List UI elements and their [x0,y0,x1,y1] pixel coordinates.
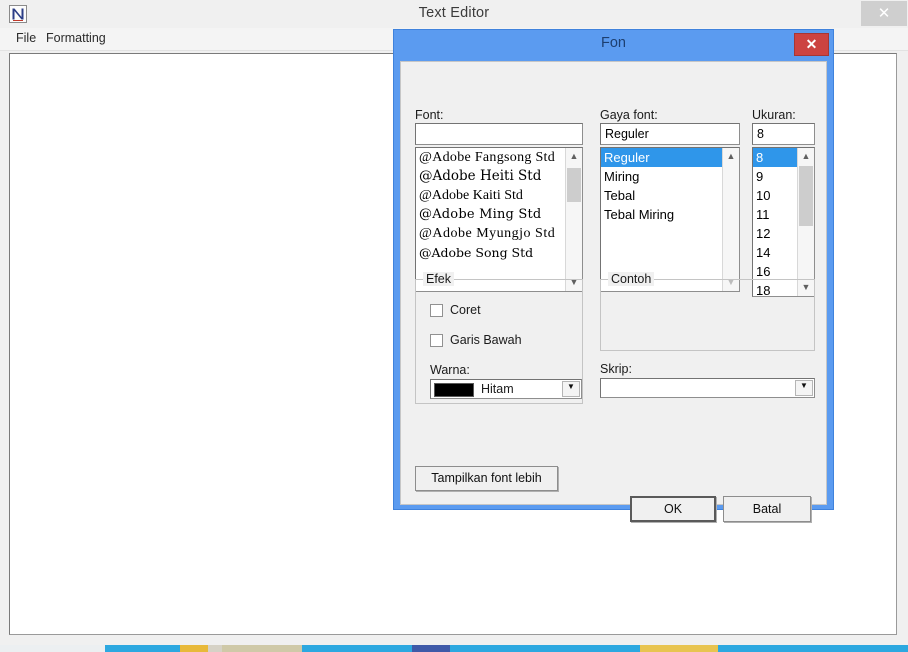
list-item[interactable]: Miring [601,167,722,186]
taskbar-segment [105,645,180,652]
size-input[interactable] [752,123,815,145]
scroll-up-icon[interactable]: ▲ [798,148,814,165]
list-item[interactable]: @Adobe Song Std [416,243,565,262]
list-item[interactable]: Tebal [601,186,722,205]
list-item[interactable]: 14 [753,243,797,262]
strikeout-label: Coret [450,303,481,317]
menu-item-formatting[interactable]: Formatting [42,31,110,45]
size-label: Ukuran: [752,108,796,122]
font-listbox[interactable]: @Adobe Fangsong Std @Adobe Heiti Std @Ad… [415,147,583,292]
list-item[interactable]: 9 [753,167,797,186]
list-item[interactable]: @Adobe Heiti Std [416,167,565,186]
chevron-down-icon[interactable]: ▼ [562,381,580,397]
effects-group: Efek Coret Garis Bawah Warna: Hitam ▼ [415,272,583,404]
size-listbox[interactable]: 8 9 10 11 12 14 16 18 ▲ ▼ [752,147,815,297]
underline-label: Garis Bawah [450,333,522,347]
list-item[interactable]: 10 [753,186,797,205]
color-swatch [434,383,474,397]
color-label: Warna: [430,363,470,377]
style-list-items: Reguler Miring Tebal Tebal Miring [601,148,722,291]
style-listbox[interactable]: Reguler Miring Tebal Tebal Miring ▲ ▼ [600,147,740,292]
size-list-items: 8 9 10 11 12 14 16 18 [753,148,797,296]
strikeout-checkbox[interactable] [430,304,443,317]
list-item[interactable]: 11 [753,205,797,224]
taskbar-segment [180,645,208,652]
taskbar-segment [718,645,908,652]
font-list-items: @Adobe Fangsong Std @Adobe Heiti Std @Ad… [416,148,565,291]
underline-checkbox[interactable] [430,334,443,347]
cancel-button[interactable]: Batal [723,496,811,522]
font-input[interactable] [415,123,583,145]
taskbar-segment [222,645,302,652]
taskbar [0,645,908,652]
dialog-titlebar: Fon ✕ [394,30,833,61]
scrollbar-thumb[interactable] [799,166,813,226]
script-label: Skrip: [600,362,632,376]
dialog-body: Font: @Adobe Fangsong Std @Adobe Heiti S… [400,61,827,522]
close-icon[interactable]: ✕ [861,1,907,26]
font-list-scrollbar[interactable]: ▲ ▼ [565,148,582,291]
list-item[interactable]: @Adobe Ming Std [416,205,565,224]
scroll-up-icon[interactable]: ▲ [723,148,739,165]
list-item[interactable]: @Adobe Fangsong Std [416,148,565,167]
script-combobox[interactable]: ▼ [600,378,815,398]
sample-text [609,298,806,344]
taskbar-segment [640,645,718,652]
screen: Text Editor ✕ File Formatting Fon ✕ Font… [0,0,908,652]
taskbar-segment [412,645,450,652]
sample-group-caption: Contoh [608,272,655,286]
list-item[interactable]: @Adobe Myungjo Std [416,224,565,243]
show-more-fonts-button[interactable]: Tampilkan font lebih [415,466,558,491]
editor-titlebar: Text Editor ✕ [0,0,908,28]
taskbar-segment [302,645,412,652]
style-input[interactable] [600,123,740,145]
taskbar-segment [450,645,640,652]
color-combobox[interactable]: Hitam ▼ [430,379,582,399]
size-list-scrollbar[interactable]: ▲ ▼ [797,148,814,296]
style-list-scrollbar[interactable]: ▲ ▼ [722,148,739,291]
font-dialog: Fon ✕ Font: @Adobe Fangsong Std @Adobe H… [393,29,834,522]
sample-group: Contoh [600,272,815,351]
scrollbar-thumb[interactable] [567,168,581,202]
taskbar-segment [0,645,105,652]
list-item[interactable]: @Adobe Kaiti Std [416,186,565,205]
scroll-up-icon[interactable]: ▲ [566,148,582,165]
taskbar-segment [208,645,222,652]
style-label: Gaya font: [600,108,658,122]
list-item[interactable]: Reguler [601,148,722,167]
chevron-down-icon[interactable]: ▼ [795,380,813,396]
list-item[interactable]: 12 [753,224,797,243]
page-title: Text Editor [418,5,490,21]
font-label: Font: [415,108,444,122]
ok-button[interactable]: OK [630,496,716,522]
color-value: Hitam [481,382,514,396]
list-item[interactable]: 8 [753,148,797,167]
list-item[interactable]: Tebal Miring [601,205,722,224]
effects-group-caption: Efek [423,272,455,286]
menu-item-file[interactable]: File [12,31,40,45]
dialog-title: Fon [601,35,626,51]
dialog-close-icon[interactable]: ✕ [794,33,829,56]
